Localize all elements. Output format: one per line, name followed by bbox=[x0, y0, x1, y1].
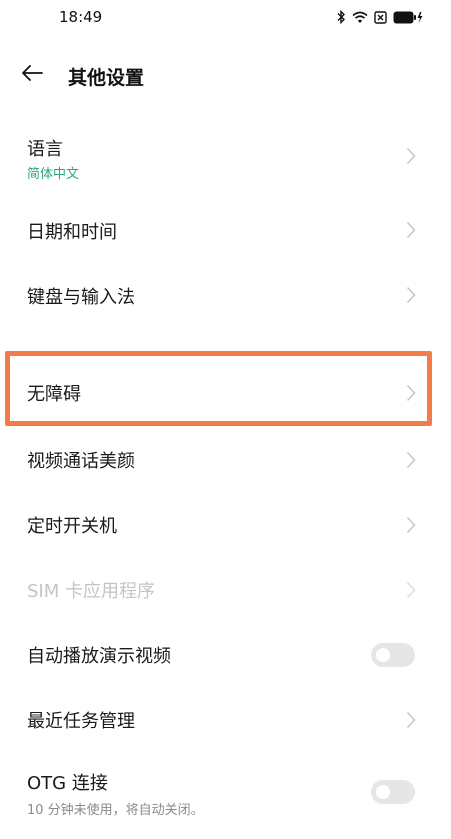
setting-keyboard[interactable]: 键盘与输入法 bbox=[0, 270, 451, 320]
setting-otg: OTG 连接 10 分钟未使用，将自动关闭。 bbox=[0, 758, 451, 828]
demo-video-toggle[interactable] bbox=[371, 643, 415, 667]
setting-date-time[interactable]: 日期和时间 bbox=[0, 205, 451, 255]
back-arrow-icon bbox=[22, 65, 43, 81]
language-label: 语言 bbox=[27, 139, 63, 160]
language-value: 简体中文 bbox=[27, 167, 80, 182]
scheduled-power-label: 定时开关机 bbox=[27, 516, 117, 537]
battery-charging-icon bbox=[393, 11, 423, 24]
sim-toolkit-label: SIM 卡应用程序 bbox=[27, 581, 155, 602]
keyboard-label: 键盘与输入法 bbox=[27, 287, 135, 308]
accessibility-label: 无障碍 bbox=[27, 384, 81, 405]
chevron-right-icon bbox=[406, 147, 416, 165]
status-icons bbox=[336, 10, 423, 24]
setting-scheduled-power[interactable]: 定时开关机 bbox=[0, 500, 451, 550]
otg-label: OTG 连接 bbox=[27, 773, 108, 794]
header: 其他设置 bbox=[0, 55, 451, 99]
chevron-right-icon bbox=[406, 384, 416, 402]
chevron-right-icon bbox=[406, 451, 416, 469]
setting-recent-tasks[interactable]: 最近任务管理 bbox=[0, 695, 451, 745]
sim-x-icon bbox=[374, 10, 387, 24]
otg-description: 10 分钟未使用，将自动关闭。 bbox=[27, 803, 204, 818]
chevron-right-icon bbox=[406, 516, 416, 534]
setting-demo-video: 自动播放演示视频 bbox=[0, 630, 451, 680]
video-call-beauty-label: 视频通话美颜 bbox=[27, 451, 135, 472]
setting-accessibility[interactable]: 无障碍 bbox=[0, 363, 451, 415]
chevron-right-icon bbox=[406, 711, 416, 729]
date-time-label: 日期和时间 bbox=[27, 222, 117, 243]
recent-tasks-label: 最近任务管理 bbox=[27, 711, 135, 732]
otg-toggle[interactable] bbox=[371, 780, 415, 804]
chevron-right-icon bbox=[406, 221, 416, 239]
status-bar: 18:49 bbox=[0, 0, 451, 38]
bluetooth-icon bbox=[336, 10, 346, 24]
chevron-right-icon bbox=[406, 581, 416, 599]
status-time: 18:49 bbox=[59, 8, 103, 26]
wifi-icon bbox=[352, 11, 368, 24]
chevron-right-icon bbox=[406, 286, 416, 304]
toggle-knob bbox=[376, 785, 390, 799]
page-title: 其他设置 bbox=[68, 67, 145, 89]
demo-video-label: 自动播放演示视频 bbox=[27, 646, 171, 667]
back-button[interactable] bbox=[20, 63, 50, 91]
setting-video-call-beauty[interactable]: 视频通话美颜 bbox=[0, 435, 451, 485]
toggle-knob bbox=[376, 648, 390, 662]
setting-language[interactable]: 语言 简体中文 bbox=[0, 125, 451, 195]
setting-sim-toolkit: SIM 卡应用程序 bbox=[0, 565, 451, 615]
